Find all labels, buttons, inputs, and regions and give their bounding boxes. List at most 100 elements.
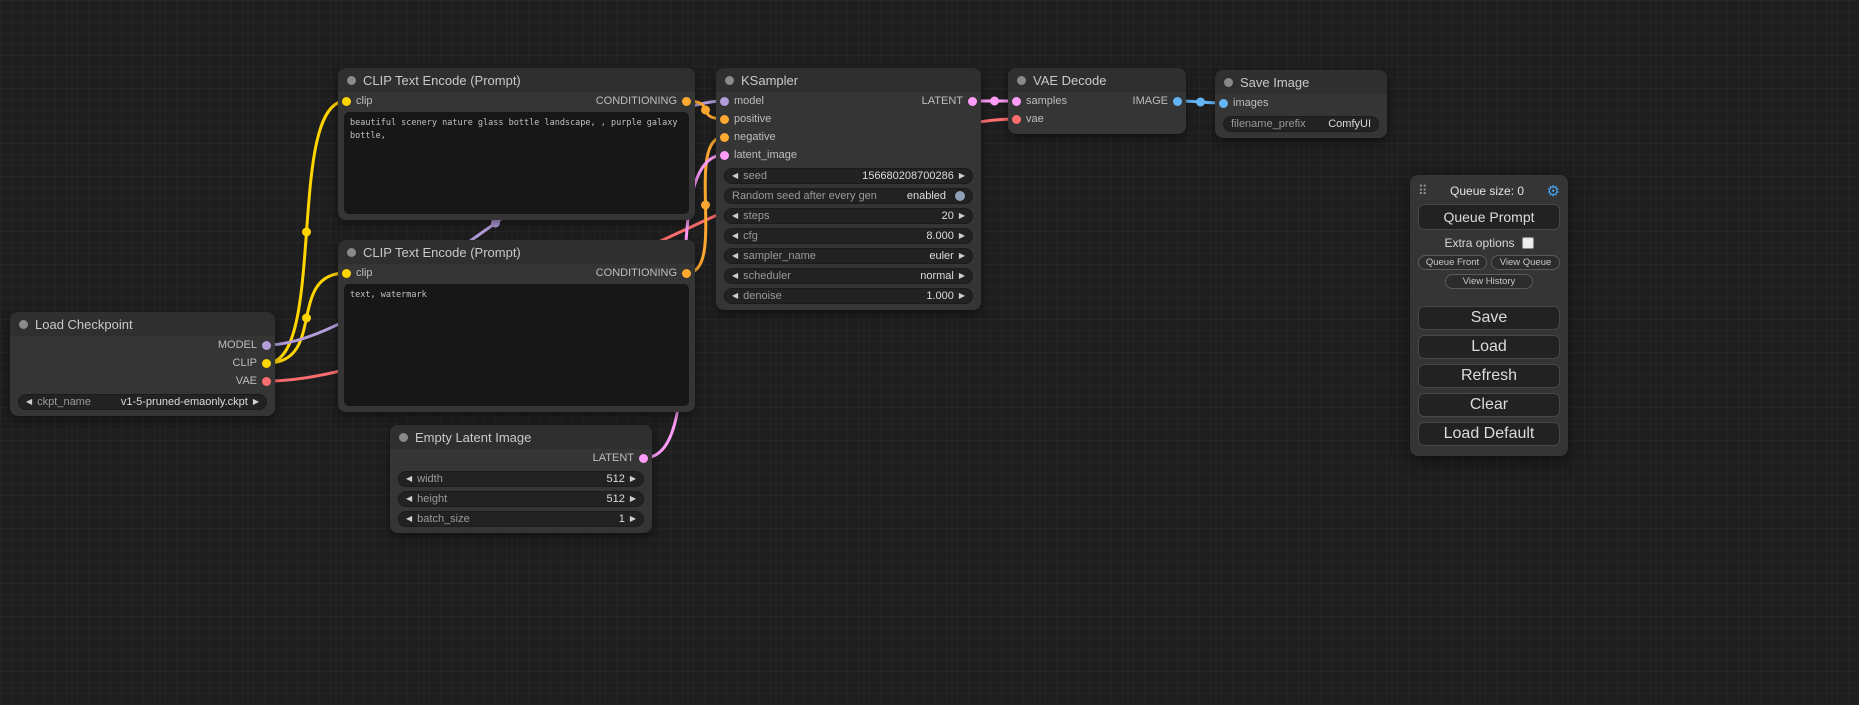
widget-random-seed-toggle[interactable]: Random seed after every gen enabled — [724, 188, 973, 204]
extra-options-checkbox[interactable] — [1522, 237, 1534, 249]
node-load-checkpoint[interactable]: Load Checkpoint MODEL CLIP VAE ckpt_name… — [10, 312, 275, 416]
increment-icon[interactable] — [959, 252, 965, 260]
input-dot-images[interactable] — [1219, 99, 1228, 108]
decrement-icon[interactable] — [732, 292, 738, 300]
decrement-icon[interactable] — [732, 252, 738, 260]
node-vae-decode[interactable]: VAE Decode samples IMAGE vae — [1008, 68, 1186, 134]
load-default-button[interactable]: Load Default — [1418, 422, 1560, 446]
output-dot-conditioning[interactable] — [682, 97, 691, 106]
output-dot-image[interactable] — [1173, 97, 1182, 106]
input-dot-clip[interactable] — [342, 97, 351, 106]
input-dot-latent-image[interactable] — [720, 151, 729, 160]
decrement-icon[interactable] — [406, 495, 412, 503]
node-title-bar[interactable]: CLIP Text Encode (Prompt) — [338, 68, 695, 92]
collapse-dot-icon[interactable] — [19, 320, 28, 329]
node-title-bar[interactable]: VAE Decode — [1008, 68, 1186, 92]
node-title-bar[interactable]: Save Image — [1215, 70, 1387, 94]
save-button[interactable]: Save — [1418, 306, 1560, 330]
node-title-bar[interactable]: CLIP Text Encode (Prompt) — [338, 240, 695, 264]
input-dot-negative[interactable] — [720, 133, 729, 142]
node-empty-latent-image[interactable]: Empty Latent Image LATENT width 512 heig… — [390, 425, 652, 533]
load-button[interactable]: Load — [1418, 335, 1560, 359]
widget-filename-prefix[interactable]: filename_prefix ComfyUI — [1223, 116, 1379, 132]
widget-sampler-name[interactable]: sampler_name euler — [724, 248, 973, 264]
node-title-bar[interactable]: Empty Latent Image — [390, 425, 652, 449]
node-title: Save Image — [1240, 75, 1309, 90]
collapse-dot-icon[interactable] — [347, 76, 356, 85]
increment-icon[interactable] — [959, 212, 965, 220]
increment-icon[interactable] — [959, 172, 965, 180]
widget-width[interactable]: width 512 — [398, 471, 644, 487]
widget-label: ckpt_name — [37, 396, 91, 408]
widget-height[interactable]: height 512 — [398, 491, 644, 507]
decrement-icon[interactable] — [732, 232, 738, 240]
input-slot-model: model — [720, 95, 764, 107]
refresh-button[interactable]: Refresh — [1418, 364, 1560, 388]
prompt-textarea[interactable]: text, watermark — [344, 284, 689, 406]
graph-canvas[interactable]: { "colors": { "model": "#b39ddb", "clip"… — [0, 0, 1859, 705]
output-dot-vae[interactable] — [262, 377, 271, 386]
widget-cfg[interactable]: cfg 8.000 — [724, 228, 973, 244]
node-clip-text-encode-negative[interactable]: CLIP Text Encode (Prompt) clip CONDITION… — [338, 240, 695, 412]
decrement-icon[interactable] — [26, 398, 32, 406]
collapse-dot-icon[interactable] — [1224, 78, 1233, 87]
collapse-dot-icon[interactable] — [1017, 76, 1026, 85]
increment-icon[interactable] — [959, 272, 965, 280]
increment-icon[interactable] — [959, 292, 965, 300]
slot-label: CONDITIONING — [596, 95, 677, 107]
collapse-dot-icon[interactable] — [399, 433, 408, 442]
queue-front-button[interactable]: Queue Front — [1418, 255, 1487, 270]
output-dot-latent[interactable] — [639, 454, 648, 463]
collapse-dot-icon[interactable] — [347, 248, 356, 257]
view-history-button[interactable]: View History — [1445, 274, 1533, 289]
collapse-dot-icon[interactable] — [725, 76, 734, 85]
decrement-icon[interactable] — [732, 272, 738, 280]
input-dot-clip[interactable] — [342, 269, 351, 278]
widget-denoise[interactable]: denoise 1.000 — [724, 288, 973, 304]
widget-label: seed — [743, 170, 767, 182]
output-dot-conditioning[interactable] — [682, 269, 691, 278]
decrement-icon[interactable] — [406, 475, 412, 483]
node-save-image[interactable]: Save Image images filename_prefix ComfyU… — [1215, 70, 1387, 138]
increment-icon[interactable] — [253, 398, 259, 406]
node-ksampler[interactable]: KSampler model LATENT positive negative — [716, 68, 981, 310]
widget-label: width — [417, 473, 443, 485]
input-dot-model[interactable] — [720, 97, 729, 106]
input-dot-positive[interactable] — [720, 115, 729, 124]
decrement-icon[interactable] — [732, 212, 738, 220]
output-slot-image: IMAGE — [1133, 95, 1182, 107]
queue-prompt-button[interactable]: Queue Prompt — [1418, 204, 1560, 230]
node-title: KSampler — [741, 73, 798, 88]
output-dot-latent[interactable] — [968, 97, 977, 106]
widget-seed[interactable]: seed 156680208700286 — [724, 168, 973, 184]
decrement-icon[interactable] — [732, 172, 738, 180]
view-queue-button[interactable]: View Queue — [1491, 255, 1560, 270]
increment-icon[interactable] — [630, 495, 636, 503]
node-clip-text-encode-positive[interactable]: CLIP Text Encode (Prompt) clip CONDITION… — [338, 68, 695, 220]
spacer — [1418, 293, 1560, 301]
settings-gear-icon[interactable] — [1547, 182, 1560, 201]
widget-scheduler[interactable]: scheduler normal — [724, 268, 973, 284]
drag-handle-icon[interactable] — [1418, 182, 1428, 200]
widget-steps[interactable]: steps 20 — [724, 208, 973, 224]
output-dot-model[interactable] — [262, 341, 271, 350]
widget-batch-size[interactable]: batch_size 1 — [398, 511, 644, 527]
output-dot-clip[interactable] — [262, 359, 271, 368]
node-title-bar[interactable]: Load Checkpoint — [10, 312, 275, 336]
prompt-textarea[interactable]: beautiful scenery nature glass bottle la… — [344, 112, 689, 214]
increment-icon[interactable] — [959, 232, 965, 240]
output-slot-vae: VAE — [236, 375, 271, 387]
slot-label: CONDITIONING — [596, 267, 677, 279]
node-title-bar[interactable]: KSampler — [716, 68, 981, 92]
input-dot-samples[interactable] — [1012, 97, 1021, 106]
increment-icon[interactable] — [630, 515, 636, 523]
queue-panel-header: Queue size: 0 — [1418, 182, 1560, 200]
clear-button[interactable]: Clear — [1418, 393, 1560, 417]
widget-label: sampler_name — [743, 250, 816, 262]
input-dot-vae[interactable] — [1012, 115, 1021, 124]
increment-icon[interactable] — [630, 475, 636, 483]
toggle-dot-icon[interactable] — [955, 191, 965, 201]
decrement-icon[interactable] — [406, 515, 412, 523]
widget-ckpt-name[interactable]: ckpt_name v1-5-pruned-emaonly.ckpt — [18, 394, 267, 410]
widget-label: denoise — [743, 290, 782, 302]
